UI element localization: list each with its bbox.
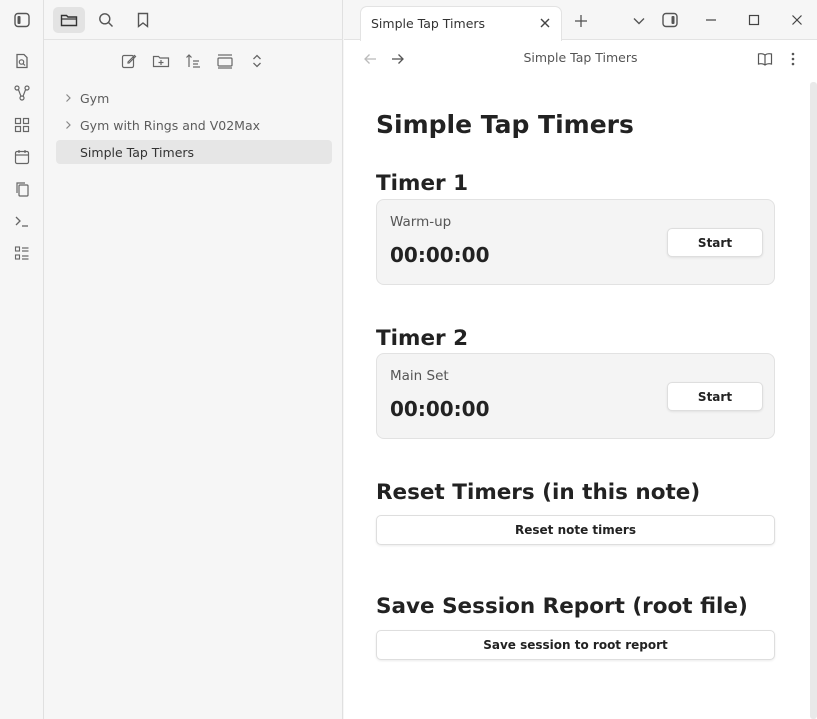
- bookmark-icon[interactable]: [127, 7, 159, 33]
- timer2-label: Main Set: [390, 368, 449, 384]
- maximize-icon[interactable]: [743, 9, 765, 31]
- calendar-icon[interactable]: [13, 148, 31, 166]
- view-title: Simple Tap Timers: [523, 50, 638, 65]
- timer1-card: Warm-up 00:00:00 Start: [376, 199, 775, 285]
- explorer-tabs: [44, 0, 343, 40]
- tree-item-label: Gym: [80, 90, 110, 106]
- tree-folder-gym-with-rings[interactable]: Gym with Rings and V02Max: [56, 113, 332, 137]
- scrollbar[interactable]: [810, 82, 817, 719]
- new-tab-icon[interactable]: [570, 10, 592, 32]
- main-area: Simple Tap Timers Simple Tap Timers Simp…: [344, 0, 817, 719]
- terminal-icon[interactable]: [13, 212, 31, 230]
- close-window-icon[interactable]: [786, 9, 808, 31]
- save-session-button[interactable]: Save session to root report: [376, 630, 775, 660]
- chevron-down-icon[interactable]: [628, 10, 650, 32]
- collapse-icon[interactable]: [215, 51, 235, 71]
- tree-item-label: Simple Tap Timers: [80, 144, 195, 160]
- more-options-icon[interactable]: [784, 50, 802, 68]
- timer1-start-button[interactable]: Start: [667, 228, 763, 257]
- ribbon: [0, 0, 44, 719]
- copy-icon[interactable]: [13, 180, 31, 198]
- reset-note-timers-button[interactable]: Reset note timers: [376, 515, 775, 545]
- chevron-right-icon: [56, 93, 80, 103]
- search-note-icon[interactable]: [13, 52, 31, 70]
- timer1-time: 00:00:00: [390, 243, 490, 267]
- tree-folder-gym[interactable]: Gym: [56, 86, 332, 110]
- note-title: Simple Tap Timers: [376, 110, 634, 139]
- tree-item-label: Gym with Rings and V02Max: [80, 117, 261, 133]
- chevron-right-icon: [56, 120, 80, 130]
- graph-icon[interactable]: [13, 84, 31, 102]
- new-folder-icon[interactable]: [151, 51, 171, 71]
- timer1-heading: Timer 1: [376, 171, 469, 196]
- timer2-card: Main Set 00:00:00 Start: [376, 353, 775, 439]
- sort-icon[interactable]: [183, 51, 203, 71]
- minimize-icon[interactable]: [700, 9, 722, 31]
- tab-title: Simple Tap Timers: [371, 16, 486, 31]
- timer2-start-button[interactable]: Start: [667, 382, 763, 411]
- timer2-heading: Timer 2: [376, 326, 469, 351]
- tab-bar: Simple Tap Timers: [344, 0, 817, 41]
- sidebar-toggle-icon[interactable]: [12, 10, 32, 30]
- file-explorer: Gym Gym with Rings and V02Max Simple Tap…: [44, 0, 343, 719]
- view-header: Simple Tap Timers: [344, 41, 817, 77]
- list-icon[interactable]: [13, 244, 31, 262]
- tab-simple-tap-timers[interactable]: Simple Tap Timers: [360, 6, 562, 41]
- close-icon[interactable]: [537, 15, 553, 31]
- expand-icon[interactable]: [247, 51, 267, 71]
- explorer-actions: [44, 48, 343, 74]
- reading-view-icon[interactable]: [756, 50, 774, 68]
- reset-heading: Reset Timers (in this note): [376, 480, 701, 505]
- new-note-icon[interactable]: [119, 51, 139, 71]
- right-sidebar-toggle-icon[interactable]: [659, 9, 681, 31]
- tree-file-simple-tap-timers[interactable]: Simple Tap Timers: [56, 140, 332, 164]
- save-heading: Save Session Report (root file): [376, 594, 748, 619]
- timer2-time: 00:00:00: [390, 397, 490, 421]
- search-icon[interactable]: [90, 7, 122, 33]
- timer1-label: Warm-up: [390, 214, 452, 230]
- canvas-icon[interactable]: [13, 116, 31, 134]
- folder-icon[interactable]: [53, 7, 85, 33]
